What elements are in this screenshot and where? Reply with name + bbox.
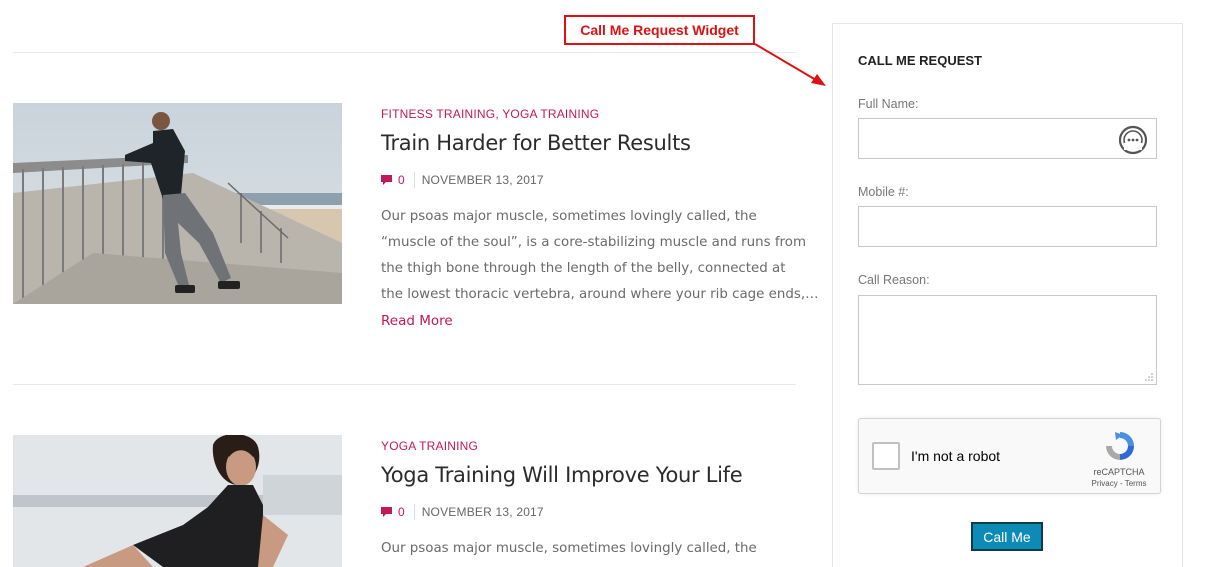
post-meta: 0 NOVEMBER 13, 2017 xyxy=(381,504,544,520)
category-link[interactable]: YOGA TRAINING xyxy=(502,107,599,121)
category-separator: , xyxy=(495,107,499,121)
category-link[interactable]: YOGA TRAINING xyxy=(381,439,478,453)
call-reason-textarea[interactable] xyxy=(858,295,1157,385)
meta-separator xyxy=(413,172,415,188)
annotation-label: Call Me Request Widget xyxy=(580,22,739,38)
recaptcha-logo-icon xyxy=(1106,432,1134,460)
top-divider xyxy=(13,52,796,53)
comment-icon xyxy=(381,175,392,185)
read-more-link[interactable]: Read More xyxy=(381,313,453,329)
recaptcha-links[interactable]: Privacy - Terms xyxy=(1079,479,1159,488)
post-image-runner[interactable] xyxy=(13,103,342,304)
widget-title: CALL ME REQUEST xyxy=(858,53,982,68)
mobile-label: Mobile #: xyxy=(858,185,909,199)
resize-grip-icon[interactable] xyxy=(1145,373,1153,381)
full-name-label: Full Name: xyxy=(858,97,919,111)
call-reason-label: Call Reason: xyxy=(858,273,930,287)
post-excerpt: Our psoas major muscle, sometimes loving… xyxy=(381,204,819,308)
call-me-button[interactable]: Call Me xyxy=(971,522,1043,551)
recaptcha-brand: reCAPTCHA xyxy=(1093,467,1145,477)
post-categories: YOGA TRAINING xyxy=(381,439,478,453)
excerpt-line: Our psoas major muscle, sometimes loving… xyxy=(381,209,757,224)
category-link[interactable]: FITNESS TRAINING xyxy=(381,107,495,121)
excerpt-line: Our psoas major muscle, sometimes loving… xyxy=(381,541,757,556)
post-image-yoga[interactable] xyxy=(13,435,342,567)
annotation-callout: Call Me Request Widget xyxy=(564,15,755,45)
post-excerpt: Our psoas major muscle, sometimes loving… xyxy=(381,536,799,562)
comment-count[interactable]: 0 xyxy=(398,505,405,519)
recaptcha-box: I'm not a robot reCAPTCHA Privacy - Term… xyxy=(858,418,1161,494)
excerpt-line: the lowest thoracic vertebra, around whe… xyxy=(381,287,819,302)
recaptcha-label: I'm not a robot xyxy=(911,448,1001,464)
recaptcha-checkbox[interactable] xyxy=(872,442,900,470)
mobile-input[interactable] xyxy=(858,206,1157,247)
post-title[interactable]: Train Harder for Better Results xyxy=(381,131,691,155)
comment-count[interactable]: 0 xyxy=(398,173,405,187)
post-divider xyxy=(13,384,796,385)
excerpt-line: “muscle of the soul”, is a core-stabiliz… xyxy=(381,235,806,250)
autofill-icon[interactable] xyxy=(1118,125,1148,155)
comment-icon xyxy=(381,507,392,517)
post-date: NOVEMBER 13, 2017 xyxy=(421,505,544,519)
post-date: NOVEMBER 13, 2017 xyxy=(421,173,544,187)
post-categories: FITNESS TRAINING, YOGA TRAINING xyxy=(381,107,599,121)
post-title[interactable]: Yoga Training Will Improve Your Life xyxy=(381,463,743,487)
excerpt-line: the thigh bone through the length of the… xyxy=(381,261,786,276)
meta-separator xyxy=(413,504,415,520)
post-meta: 0 NOVEMBER 13, 2017 xyxy=(381,172,544,188)
full-name-input[interactable] xyxy=(858,118,1157,159)
